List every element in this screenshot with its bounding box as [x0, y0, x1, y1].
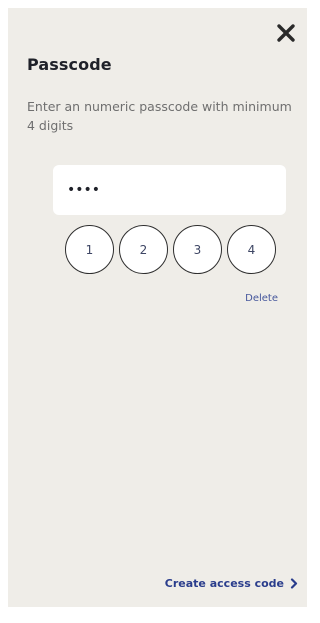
create-access-code-link[interactable]: Create access code	[165, 577, 298, 590]
passcode-screen: Passcode Enter an numeric passcode with …	[8, 8, 307, 607]
close-icon	[275, 22, 297, 44]
digit-button-2[interactable]: 2	[119, 225, 168, 274]
close-button[interactable]	[275, 22, 297, 44]
digit-button-3[interactable]: 3	[173, 225, 222, 274]
instructions-text: Enter an numeric passcode with minimum 4…	[27, 99, 292, 133]
digit-button-4[interactable]: 4	[227, 225, 276, 274]
passcode-field[interactable]	[53, 165, 286, 215]
delete-button[interactable]: Delete	[245, 293, 278, 304]
chevron-right-icon	[290, 578, 298, 589]
digit-button-1[interactable]: 1	[65, 225, 114, 274]
page-title: Passcode	[27, 55, 112, 74]
create-access-code-label: Create access code	[164, 577, 284, 590]
digit-keypad: 1 2 3 4	[65, 225, 276, 274]
